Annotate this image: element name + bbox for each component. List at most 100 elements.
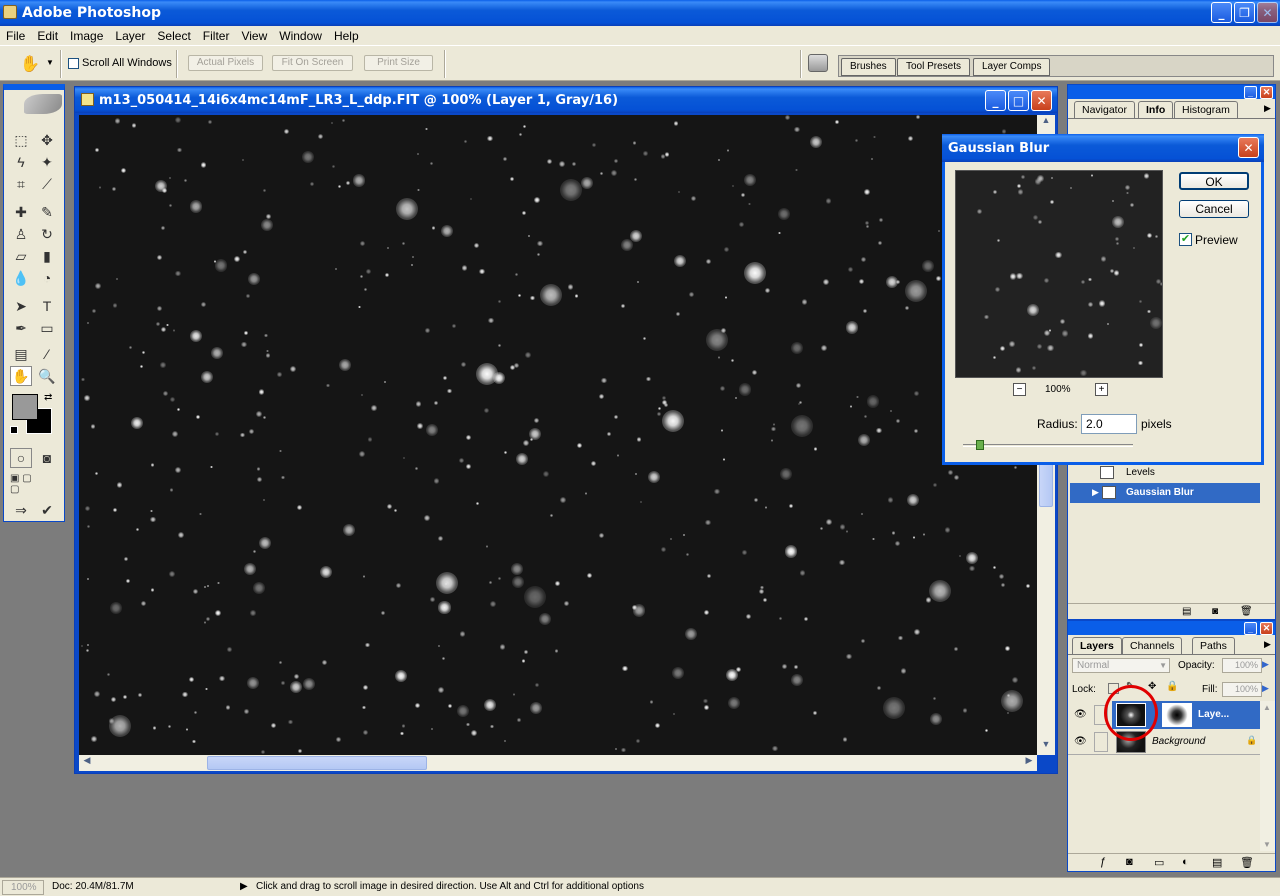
- minimize-button[interactable]: _: [1211, 2, 1232, 23]
- standard-mode-icon[interactable]: ○: [10, 448, 32, 468]
- new-document-icon[interactable]: ▤: [1182, 606, 1191, 617]
- screen-mode-icon[interactable]: ▣ ▢ ▢: [10, 473, 32, 495]
- move-tool-icon[interactable]: ✥: [36, 130, 58, 150]
- cancel-button[interactable]: Cancel: [1179, 200, 1249, 218]
- printer-icon[interactable]: [808, 54, 828, 72]
- fit-on-screen-button[interactable]: Fit On Screen: [272, 55, 353, 71]
- image-canvas[interactable]: [79, 115, 1037, 755]
- radius-slider-thumb[interactable]: [976, 440, 984, 450]
- blend-mode-select[interactable]: Normal ▼: [1072, 658, 1170, 673]
- menu-image[interactable]: Image: [64, 29, 109, 43]
- default-colors-icon[interactable]: [10, 426, 18, 434]
- fill-arrow-icon[interactable]: ▶: [1262, 683, 1269, 694]
- notes-tool-icon[interactable]: ▤: [10, 344, 32, 364]
- doc-maximize-button[interactable]: □: [1008, 90, 1029, 111]
- horizontal-scroll-thumb[interactable]: [207, 756, 427, 770]
- menu-window[interactable]: Window: [273, 29, 328, 43]
- menu-view[interactable]: View: [235, 29, 273, 43]
- tab-histogram[interactable]: Histogram: [1174, 101, 1238, 118]
- layer-row[interactable]: 👁 Laye...: [1068, 701, 1260, 729]
- lock-position-icon[interactable]: ✥: [1148, 681, 1156, 692]
- new-snapshot-icon[interactable]: ◙: [1212, 606, 1218, 617]
- layers-panel-minimize-button[interactable]: _: [1244, 622, 1257, 635]
- scroll-right-arrow-icon[interactable]: ▶: [1021, 755, 1037, 771]
- fill-input[interactable]: 100%: [1222, 682, 1262, 697]
- radius-slider-track[interactable]: [963, 444, 1133, 447]
- tab-layers[interactable]: Layers: [1072, 637, 1122, 654]
- scroll-up-arrow-icon[interactable]: ▲: [1263, 703, 1271, 712]
- pen-tool-icon[interactable]: ✒: [10, 318, 32, 338]
- add-mask-icon[interactable]: ◙: [1126, 856, 1133, 868]
- close-button[interactable]: ✕: [1257, 2, 1278, 23]
- panel-menu-arrow-icon[interactable]: ▶: [1264, 103, 1271, 114]
- menu-edit[interactable]: Edit: [31, 29, 64, 43]
- blur-preview[interactable]: [955, 170, 1163, 378]
- history-item-gaussian-blur[interactable]: ▶ Gaussian Blur: [1070, 483, 1260, 503]
- layer-style-icon[interactable]: ƒ: [1100, 856, 1106, 868]
- layer-row[interactable]: 👁 Background 🔒: [1068, 729, 1260, 755]
- history-brush-icon[interactable]: ↻: [36, 224, 58, 244]
- status-menu-arrow-icon[interactable]: ▶: [240, 881, 248, 892]
- print-size-button[interactable]: Print Size: [364, 55, 433, 71]
- feather-logo[interactable]: [24, 94, 62, 114]
- lasso-tool-icon[interactable]: ϟ: [10, 152, 32, 172]
- doc-minimize-button[interactable]: _: [985, 90, 1006, 111]
- blur-tool-icon[interactable]: 💧: [10, 268, 32, 288]
- layer-visibility-eye-icon[interactable]: 👁: [1074, 736, 1087, 747]
- scroll-up-arrow-icon[interactable]: ▲: [1037, 115, 1055, 131]
- restore-button[interactable]: ❐: [1234, 2, 1255, 23]
- trash-icon[interactable]: 🗑: [1240, 856, 1254, 869]
- new-group-icon[interactable]: ▭: [1154, 856, 1164, 869]
- quickmask-mode-icon[interactable]: ◙: [36, 448, 58, 468]
- slice-tool-icon[interactable]: ⟋: [36, 174, 58, 194]
- scroll-down-arrow-icon[interactable]: ▼: [1263, 840, 1271, 849]
- new-layer-icon[interactable]: ▤: [1212, 856, 1222, 869]
- zoom-tool-icon[interactable]: 🔍: [36, 366, 58, 386]
- tab-channels[interactable]: Channels: [1122, 637, 1183, 654]
- scroll-down-arrow-icon[interactable]: ▼: [1037, 739, 1055, 755]
- layers-panel-scrollbar[interactable]: ▲ ▼: [1260, 701, 1275, 851]
- layer-name[interactable]: Laye...: [1198, 709, 1229, 720]
- marquee-tool-icon[interactable]: ⬚: [10, 130, 32, 150]
- panel-menu-arrow-icon[interactable]: ▶: [1264, 639, 1271, 650]
- well-tab-brushes[interactable]: Brushes: [841, 58, 896, 76]
- lock-all-icon[interactable]: 🔒: [1166, 681, 1178, 692]
- clone-stamp-icon[interactable]: ♙: [10, 224, 32, 244]
- zoom-out-button[interactable]: −: [1013, 383, 1026, 396]
- foreground-color-swatch[interactable]: [12, 394, 38, 420]
- preset-dropdown-icon[interactable]: ▼: [46, 58, 54, 67]
- dodge-tool-icon[interactable]: ◔: [36, 268, 58, 288]
- imageready-icon[interactable]: ✔: [36, 500, 58, 520]
- healing-brush-icon[interactable]: ✚: [10, 202, 32, 222]
- tab-paths[interactable]: Paths: [1192, 637, 1235, 654]
- swap-colors-icon[interactable]: ⇄: [44, 392, 52, 403]
- crop-tool-icon[interactable]: ⌗: [10, 174, 32, 194]
- hand-tool-preset-icon[interactable]: ✋: [20, 54, 40, 74]
- horizontal-scrollbar[interactable]: ◀ ▶: [79, 755, 1037, 771]
- layer-name[interactable]: Background: [1152, 736, 1205, 747]
- jump-to-imageready-icon[interactable]: ⇒: [10, 500, 32, 520]
- scroll-all-checkbox[interactable]: [68, 58, 79, 69]
- well-tab-layer-comps[interactable]: Layer Comps: [973, 58, 1051, 76]
- adjustment-layer-icon[interactable]: ◐: [1182, 856, 1189, 868]
- menu-filter[interactable]: Filter: [197, 29, 236, 43]
- menu-file[interactable]: File: [0, 29, 31, 43]
- menu-help[interactable]: Help: [328, 29, 365, 43]
- layers-panel-close-button[interactable]: ✕: [1260, 622, 1273, 635]
- tab-navigator[interactable]: Navigator: [1074, 101, 1135, 118]
- trash-icon[interactable]: 🗑: [1240, 606, 1253, 617]
- info-panel-close-button[interactable]: ✕: [1260, 86, 1273, 99]
- eraser-tool-icon[interactable]: ▱: [10, 246, 32, 266]
- actual-pixels-button[interactable]: Actual Pixels: [188, 55, 263, 71]
- radius-input[interactable]: 2.0: [1081, 414, 1137, 434]
- path-select-icon[interactable]: ➤: [10, 296, 32, 316]
- layer-mask-thumbnail[interactable]: [1162, 703, 1192, 727]
- layer-link-box[interactable]: [1094, 732, 1108, 752]
- preview-checkbox[interactable]: ✔: [1179, 233, 1192, 246]
- tab-info[interactable]: Info: [1138, 101, 1174, 118]
- hand-tool-icon[interactable]: ✋: [10, 366, 32, 386]
- ok-button[interactable]: OK: [1179, 172, 1249, 190]
- magic-wand-icon[interactable]: ✦: [36, 152, 58, 172]
- doc-close-button[interactable]: ✕: [1031, 90, 1052, 111]
- menu-layer[interactable]: Layer: [109, 29, 151, 43]
